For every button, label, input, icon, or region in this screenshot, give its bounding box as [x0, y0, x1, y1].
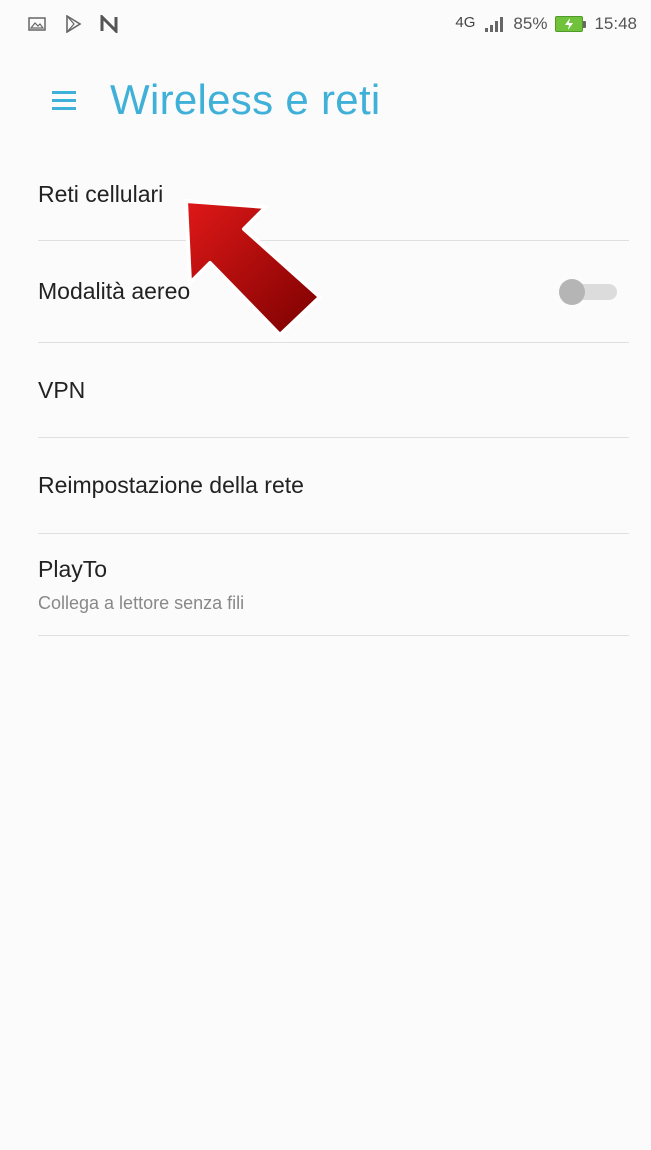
settings-item-label: VPN — [38, 376, 86, 403]
settings-item-label: PlayTo — [38, 555, 108, 582]
status-bar: 4G 85% 15:48 — [0, 0, 651, 48]
n-logo-icon — [100, 15, 118, 33]
settings-item-reti-cellulari[interactable]: Reti cellulari — [38, 148, 629, 241]
page-title: Wireless e reti — [110, 76, 381, 123]
settings-item-playto[interactable]: PlayTo Collega a lettore senza fili — [38, 534, 629, 636]
settings-item-label: Modalità aereo — [38, 278, 191, 304]
settings-item-label: Reti cellulari — [38, 180, 164, 207]
image-icon — [28, 16, 46, 32]
network-type: 4G — [455, 13, 476, 31]
system-status: 4G 85% 15:48 — [455, 14, 637, 34]
settings-list: Reti cellulari Modalità aereo VPN Reimpo… — [0, 148, 651, 636]
play-store-icon — [64, 15, 82, 33]
settings-item-vpn[interactable]: VPN — [38, 343, 629, 438]
notification-icons — [28, 15, 118, 33]
airplane-mode-toggle[interactable] — [559, 278, 619, 305]
settings-item-reimpostazione-rete[interactable]: Reimpostazione della rete — [38, 438, 629, 534]
settings-item-label: Reimpostazione della rete — [38, 472, 304, 498]
battery-icon — [555, 16, 587, 32]
app-bar: Wireless e reti — [0, 60, 651, 140]
hamburger-menu-icon[interactable] — [44, 80, 84, 120]
signal-icon — [483, 16, 505, 32]
clock: 15:48 — [594, 14, 637, 33]
settings-item-subtitle: Collega a lettore senza fili — [38, 592, 245, 613]
settings-item-modalita-aereo[interactable]: Modalità aereo — [38, 241, 629, 343]
battery-percent: 85% — [513, 14, 548, 33]
